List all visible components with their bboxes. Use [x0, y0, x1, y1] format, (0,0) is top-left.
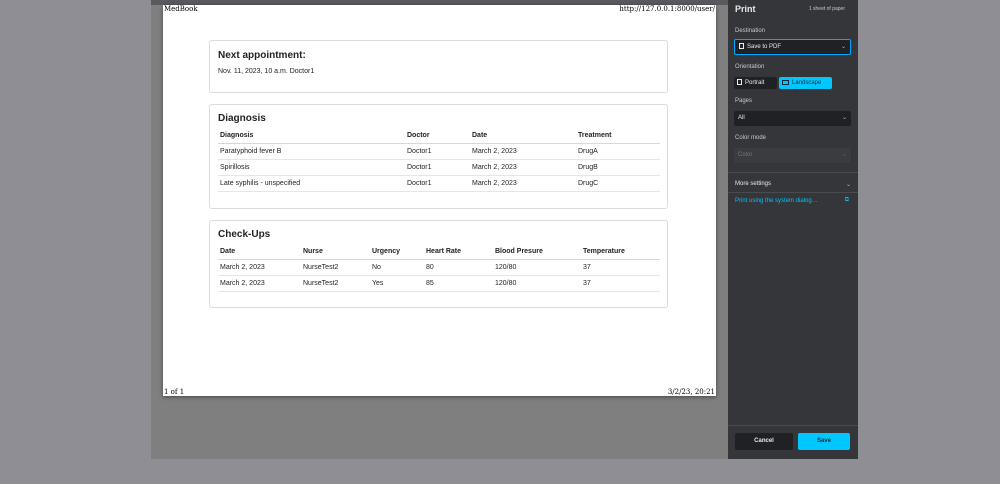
color-mode-select: Color ⌄	[734, 148, 851, 163]
landscape-label: Landscape	[792, 80, 822, 86]
appointment-text: Nov. 11, 2023, 10 a.m. Doctor1	[218, 68, 315, 75]
table-cell: 120/80	[493, 259, 581, 276]
checkups-title: Check-Ups	[218, 229, 271, 240]
table-header-row: Date Nurse Urgency Heart Rate Blood Pres…	[218, 245, 660, 260]
destination-value: Save to PDF	[747, 44, 782, 50]
table-cell: Paratyphoid fever B	[218, 143, 405, 160]
save-button[interactable]: Save	[798, 433, 850, 450]
column-header: Doctor	[405, 129, 470, 144]
table-cell: 37	[581, 259, 660, 276]
column-header: Date	[470, 129, 576, 144]
landscape-icon	[782, 80, 789, 85]
page-header-title: MedBook	[164, 5, 198, 13]
table-cell: Spirillosis	[218, 159, 405, 176]
divider	[728, 425, 858, 426]
system-dialog-link[interactable]: Print using the system dialog…	[735, 198, 818, 204]
cancel-button[interactable]: Cancel	[735, 433, 793, 450]
table-cell: 85	[424, 275, 493, 292]
table-cell: DrugC	[576, 175, 660, 192]
table-cell: March 2, 2023	[218, 259, 301, 276]
color-mode-value: Color	[738, 152, 753, 158]
column-header: Nurse	[301, 245, 370, 260]
column-header: Temperature	[581, 245, 660, 260]
table-row: Late syphilis - unspecified Doctor1 Marc…	[218, 175, 660, 192]
table-cell: NurseTest2	[301, 275, 370, 292]
divider	[728, 192, 858, 193]
open-in-new-icon[interactable]: ⧉	[845, 197, 849, 204]
table-cell: DrugB	[576, 159, 660, 176]
table-cell: March 2, 2023	[470, 159, 576, 176]
page-footer-count: 1 of 1	[164, 388, 185, 396]
chevron-down-icon: ⌄	[841, 115, 847, 121]
column-header: Diagnosis	[218, 129, 405, 144]
sheet-count: 1 sheet of paper	[808, 6, 845, 12]
diagnosis-card: Diagnosis Diagnosis Doctor Date Treatmen…	[209, 104, 668, 209]
portrait-button[interactable]: Portrait	[734, 77, 777, 89]
table-cell: Late syphilis - unspecified	[218, 175, 405, 192]
document-icon	[739, 43, 744, 49]
table-cell: March 2, 2023	[218, 275, 301, 292]
print-settings-panel: Print 1 sheet of paper Destination Save …	[728, 0, 858, 459]
appointment-card: Next appointment: Nov. 11, 2023, 10 a.m.…	[209, 40, 668, 93]
pages-value: All	[738, 115, 745, 121]
table-cell: March 2, 2023	[470, 175, 576, 192]
table-cell: Yes	[370, 275, 424, 292]
page-footer-datetime: 3/2/23, 20:21	[667, 388, 715, 396]
table-row: March 2, 2023 NurseTest2 Yes 85 120/80 3…	[218, 275, 660, 292]
appointment-title: Next appointment:	[218, 50, 306, 61]
pages-select[interactable]: All ⌄	[734, 111, 851, 126]
table-cell: Doctor1	[405, 143, 470, 160]
portrait-label: Portrait	[745, 80, 765, 86]
diagnosis-table: Diagnosis Doctor Date Treatment Paratyph…	[218, 129, 660, 192]
diagnosis-title: Diagnosis	[218, 113, 266, 124]
print-preview-page: MedBook http://127.0.0.1:8000/user/ Next…	[163, 5, 716, 396]
chevron-down-icon: ⌄	[841, 152, 847, 158]
chevron-down-icon[interactable]: ⌄	[846, 181, 851, 188]
landscape-button[interactable]: Landscape	[779, 77, 832, 89]
table-cell: 37	[581, 275, 660, 292]
portrait-icon	[737, 79, 742, 85]
color-mode-label: Color mode	[735, 135, 767, 141]
destination-label: Destination	[735, 28, 766, 34]
destination-select[interactable]: Save to PDF ⌄	[734, 39, 851, 55]
column-header: Date	[218, 245, 301, 260]
table-cell: 80	[424, 259, 493, 276]
table-cell: Doctor1	[405, 159, 470, 176]
chevron-down-icon: ⌄	[840, 44, 846, 50]
column-header: Heart Rate	[424, 245, 493, 260]
column-header: Urgency	[370, 245, 424, 260]
divider	[728, 172, 858, 173]
table-cell: DrugA	[576, 143, 660, 160]
pages-label: Pages	[735, 98, 753, 104]
table-cell: NurseTest2	[301, 259, 370, 276]
table-row: March 2, 2023 NurseTest2 No 80 120/80 37	[218, 259, 660, 276]
print-title: Print	[735, 4, 756, 14]
table-cell: Doctor1	[405, 175, 470, 192]
checkups-table: Date Nurse Urgency Heart Rate Blood Pres…	[218, 245, 660, 292]
column-header: Blood Presure	[493, 245, 581, 260]
table-row: Spirillosis Doctor1 March 2, 2023 DrugB	[218, 159, 660, 176]
table-row: Paratyphoid fever B Doctor1 March 2, 202…	[218, 143, 660, 160]
table-cell: 120/80	[493, 275, 581, 292]
orientation-label: Orientation	[735, 64, 765, 70]
table-cell: No	[370, 259, 424, 276]
page-header-url: http://127.0.0.1:8000/user/	[619, 5, 715, 13]
more-settings-toggle[interactable]: More settings	[735, 181, 771, 187]
table-cell: March 2, 2023	[470, 143, 576, 160]
table-header-row: Diagnosis Doctor Date Treatment	[218, 129, 660, 144]
checkups-card: Check-Ups Date Nurse Urgency Heart Rate …	[209, 220, 668, 308]
column-header: Treatment	[576, 129, 660, 144]
